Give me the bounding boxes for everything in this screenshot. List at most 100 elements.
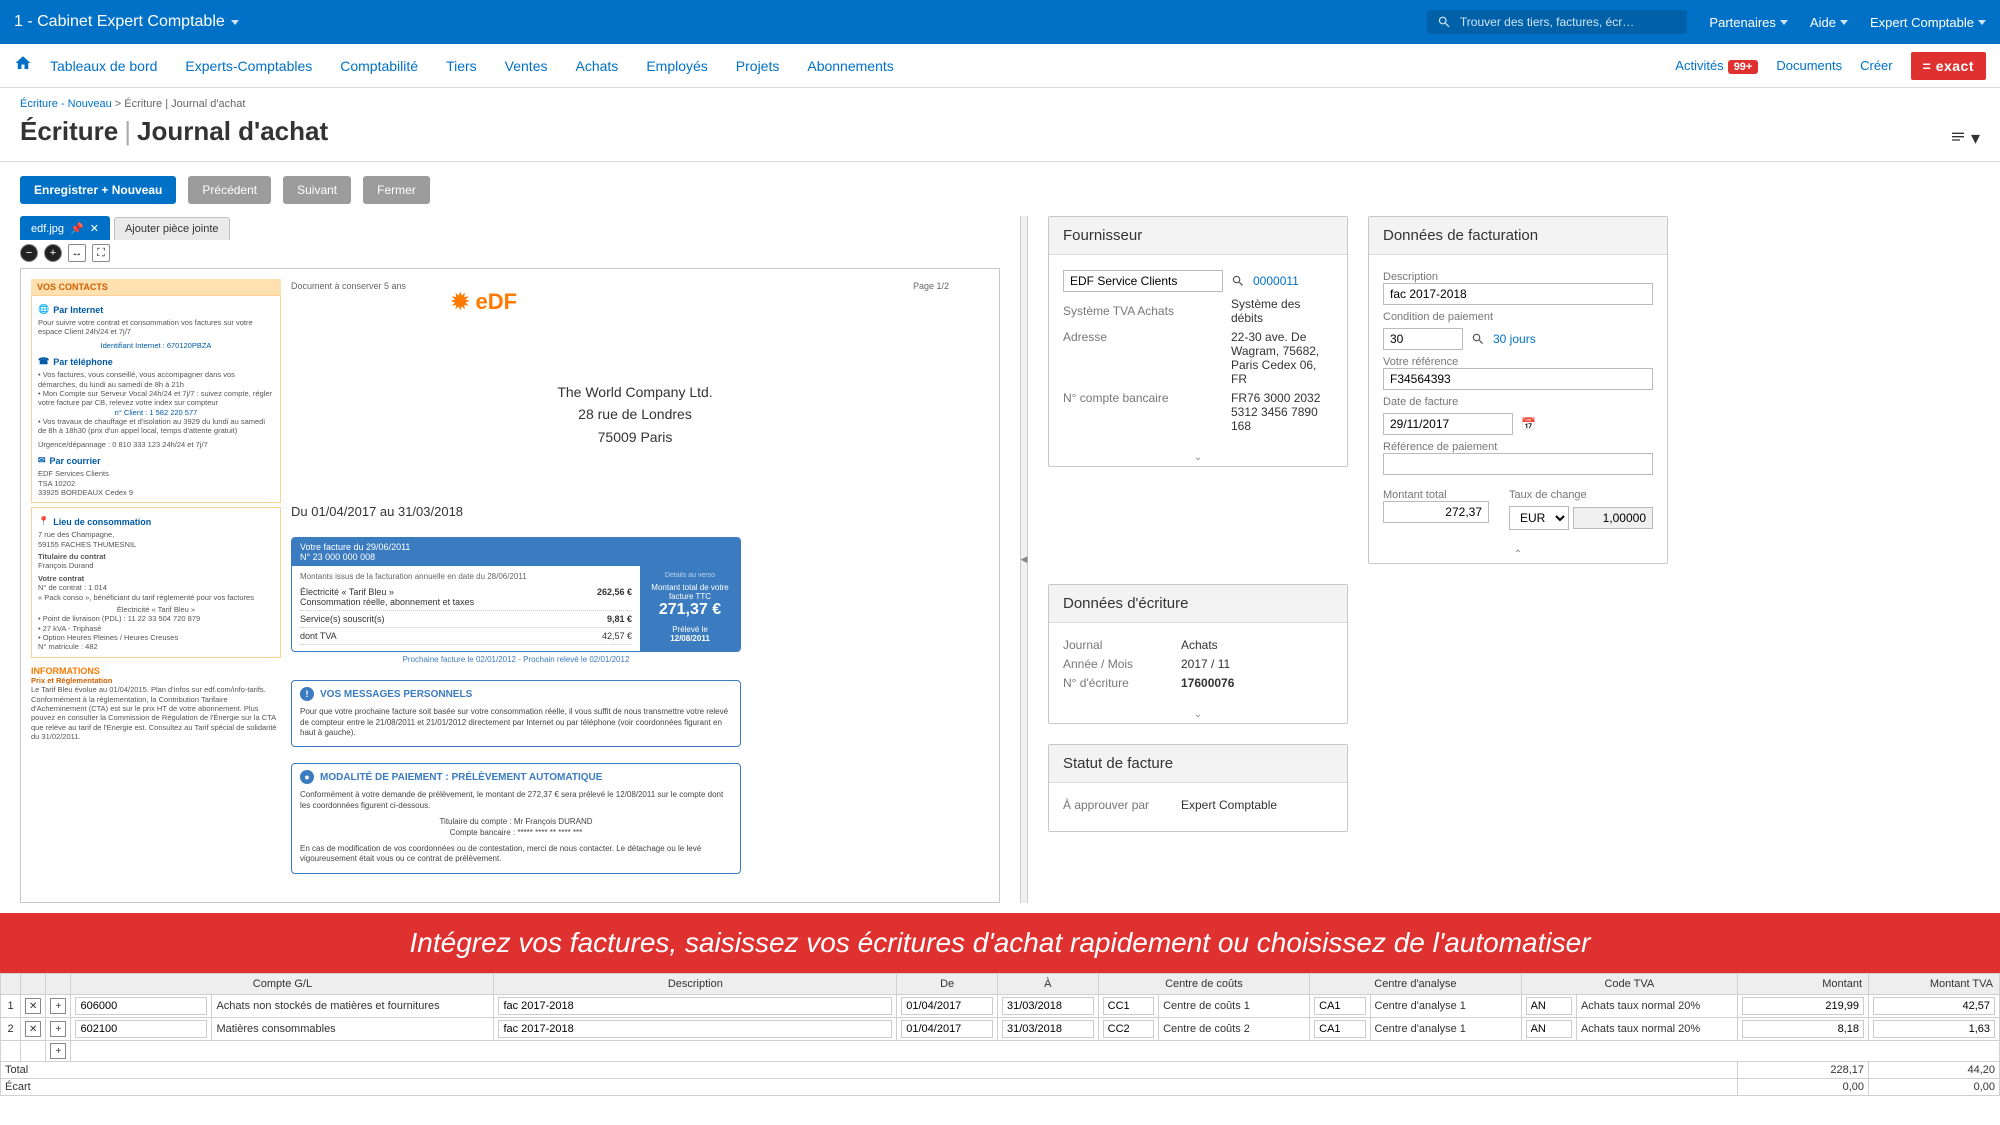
nav-subscriptions[interactable]: Abonnements	[807, 58, 893, 74]
next-button[interactable]: Suivant	[283, 176, 351, 204]
collapse-toggle[interactable]: ⌃	[1369, 549, 1667, 563]
fullscreen-icon[interactable]: ⛶	[92, 244, 110, 262]
supplier-code-link[interactable]: 0000011	[1253, 274, 1299, 288]
pin-icon[interactable]: 📌	[70, 222, 84, 235]
nav-projects[interactable]: Projets	[736, 58, 780, 74]
add-attachment-tab[interactable]: Ajouter pièce jointe	[114, 217, 230, 240]
gap-row: Écart 0,00 0,00	[1, 1079, 2000, 1096]
lines-grid: Compte G/L Description De À Centre de co…	[0, 973, 2000, 1096]
amount-tva-input[interactable]	[1873, 1020, 1995, 1038]
ca-input[interactable]	[1314, 997, 1365, 1015]
nav-accounting[interactable]: Comptabilité	[340, 58, 418, 74]
payment-condition-input[interactable]	[1383, 328, 1463, 350]
description-input[interactable]	[1383, 283, 1653, 305]
nav-accountants[interactable]: Experts-Comptables	[185, 58, 312, 74]
invoice-period: Du 01/04/2017 au 31/03/2018	[291, 504, 979, 519]
chevron-down-icon	[231, 20, 239, 25]
main-content: edf.jpg 📌 ✕ Ajouter pièce jointe − + ↔ ⛶…	[0, 216, 2000, 903]
to-input[interactable]	[1002, 997, 1094, 1015]
lookup-icon[interactable]	[1471, 332, 1485, 346]
home-icon[interactable]	[14, 54, 32, 77]
help-menu[interactable]: Aide	[1810, 15, 1848, 30]
company-switcher[interactable]: 1 - Cabinet Expert Comptable	[14, 13, 239, 31]
partners-menu[interactable]: Partenaires	[1709, 15, 1787, 30]
panel-title: Données d'écriture	[1049, 585, 1347, 623]
invoice-payment-box: ●MODALITÉ DE PAIEMENT : PRÉLÈVEMENT AUTO…	[291, 763, 741, 873]
totals-row: Total 228,17 44,20	[1, 1062, 2000, 1079]
cc-input[interactable]	[1103, 1020, 1154, 1038]
main-nav: Tableaux de bord Experts-Comptables Comp…	[0, 44, 2000, 88]
payment-condition-link[interactable]: 30 jours	[1493, 332, 1536, 346]
activities-badge: 99+	[1728, 60, 1759, 74]
breadcrumb-link[interactable]: Écriture - Nouveau	[20, 98, 112, 110]
nav-tiers[interactable]: Tiers	[446, 58, 477, 74]
zoom-out-icon[interactable]: −	[20, 244, 38, 262]
nav-employees[interactable]: Employés	[646, 58, 707, 74]
search-input[interactable]	[1460, 15, 1678, 29]
delete-row-button[interactable]: ✕	[25, 1021, 41, 1037]
cc-input[interactable]	[1103, 997, 1154, 1015]
grid-header-row: Compte G/L Description De À Centre de co…	[1, 974, 2000, 995]
global-search[interactable]	[1427, 10, 1687, 34]
insert-row-button[interactable]: +	[50, 998, 66, 1014]
gl-input[interactable]	[75, 1020, 207, 1038]
payment-reference-input[interactable]	[1383, 453, 1653, 475]
approver-link[interactable]: Expert Comptable	[1181, 798, 1333, 812]
chevron-down-icon	[1780, 20, 1788, 25]
action-bar: Enregistrer + Nouveau Précédent Suivant …	[0, 162, 2000, 216]
supplier-name-input[interactable]	[1063, 270, 1223, 292]
close-tab-icon[interactable]: ✕	[90, 222, 99, 235]
prev-button[interactable]: Précédent	[188, 176, 271, 204]
nav-activities[interactable]: Activités99+	[1675, 58, 1758, 73]
your-reference-input[interactable]	[1383, 368, 1653, 390]
details-column: Fournisseur 0000011 Système TVA AchatsSy…	[1048, 216, 1980, 832]
nav-sales[interactable]: Ventes	[505, 58, 548, 74]
promo-banner: Intégrez vos factures, saisissez vos écr…	[0, 913, 2000, 973]
total-amount-input[interactable]	[1383, 501, 1489, 523]
ca-input[interactable]	[1314, 1020, 1365, 1038]
search-icon	[1437, 14, 1452, 30]
from-input[interactable]	[901, 997, 993, 1015]
desc-input[interactable]	[498, 997, 892, 1015]
invoice-summary-box: Votre facture du 29/06/2011 N° 23 000 00…	[291, 537, 741, 652]
delete-row-button[interactable]: ✕	[25, 998, 41, 1014]
page-header: Écriture - Nouveau > Écriture | Journal …	[0, 88, 2000, 162]
zoom-in-icon[interactable]: +	[44, 244, 62, 262]
nav-purchases[interactable]: Achats	[576, 58, 619, 74]
entry-panel: Données d'écriture JournalAchats Année /…	[1048, 584, 1348, 724]
close-button[interactable]: Fermer	[363, 176, 430, 204]
lookup-icon[interactable]	[1231, 274, 1245, 288]
document-preview[interactable]: VOS CONTACTS 🌐Par Internet Pour suivre v…	[20, 268, 1000, 903]
add-row-button[interactable]: +	[50, 1043, 66, 1059]
collapse-toggle[interactable]: ⌄	[1049, 709, 1347, 723]
page-settings-icon[interactable]: ▾	[1950, 128, 1980, 149]
edf-logo: eDF	[451, 289, 517, 315]
doc-toolbar: − + ↔ ⛶	[20, 240, 1000, 268]
exchange-rate-input	[1573, 507, 1653, 529]
amount-input[interactable]	[1742, 1020, 1864, 1038]
amount-input[interactable]	[1742, 997, 1864, 1015]
fit-width-icon[interactable]: ↔	[68, 244, 86, 262]
calendar-icon[interactable]: 📅	[1521, 417, 1536, 431]
desc-input[interactable]	[498, 1020, 892, 1038]
to-input[interactable]	[1002, 1020, 1094, 1038]
gl-input[interactable]	[75, 997, 207, 1015]
save-button[interactable]: Enregistrer + Nouveau	[20, 176, 176, 204]
chevron-down-icon	[1840, 20, 1848, 25]
amount-tva-input[interactable]	[1873, 997, 1995, 1015]
nav-dashboards[interactable]: Tableaux de bord	[50, 58, 157, 74]
currency-select[interactable]: EUR	[1509, 506, 1569, 530]
nav-create[interactable]: Créer	[1860, 58, 1893, 73]
table-row: 2✕+Matières consommablesCentre de coûts …	[1, 1018, 2000, 1041]
tva-input[interactable]	[1526, 997, 1572, 1015]
nav-documents[interactable]: Documents	[1776, 58, 1842, 73]
billing-panel: Données de facturation Description Condi…	[1368, 216, 1668, 564]
splitter-handle[interactable]: ◀	[1020, 216, 1028, 903]
collapse-toggle[interactable]: ⌄	[1049, 452, 1347, 466]
invoice-date-input[interactable]	[1383, 413, 1513, 435]
insert-row-button[interactable]: +	[50, 1021, 66, 1037]
from-input[interactable]	[901, 1020, 993, 1038]
tva-input[interactable]	[1526, 1020, 1572, 1038]
attachment-tab-active[interactable]: edf.jpg 📌 ✕	[20, 216, 110, 240]
user-menu[interactable]: Expert Comptable	[1870, 15, 1986, 30]
